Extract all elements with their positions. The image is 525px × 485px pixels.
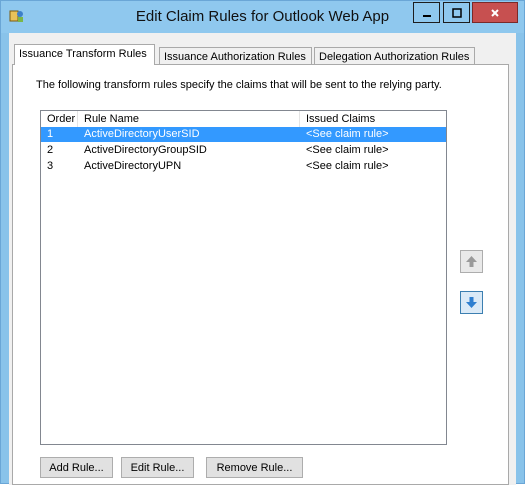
maximize-button[interactable] (443, 2, 470, 23)
table-row[interactable]: 1 ActiveDirectoryUserSID <See claim rule… (41, 127, 446, 142)
dialog-window: Edit Claim Rules for Outlook Web App Iss… (0, 0, 525, 485)
title-bar[interactable]: Edit Claim Rules for Outlook Web App (1, 1, 524, 33)
move-up-button[interactable] (460, 250, 483, 273)
row-issued-claims: <See claim rule> (306, 160, 389, 172)
table-row[interactable]: 3 ActiveDirectoryUPN <See claim rule> (41, 159, 446, 174)
column-header-order[interactable]: Order (41, 111, 78, 127)
rules-list[interactable]: Order Rule Name Issued Claims 1 ActiveDi… (40, 110, 447, 445)
row-rule-name: ActiveDirectoryGroupSID (84, 144, 207, 156)
row-rule-name: ActiveDirectoryUserSID (84, 128, 200, 140)
minimize-button[interactable] (413, 2, 440, 23)
row-order: 2 (47, 144, 54, 156)
row-issued-claims: <See claim rule> (306, 144, 389, 156)
maximize-icon (451, 7, 462, 18)
tab-issuance-authorization-rules[interactable]: Issuance Authorization Rules (159, 47, 312, 65)
close-button[interactable] (472, 2, 518, 23)
edit-rule-button[interactable]: Edit Rule... (121, 457, 194, 478)
move-down-button[interactable] (460, 291, 483, 314)
close-icon (491, 8, 499, 17)
arrow-up-icon (466, 256, 477, 267)
description-text: The following transform rules specify th… (36, 79, 442, 91)
column-header-rule-name[interactable]: Rule Name (78, 111, 300, 127)
dialog-body: Issuance Transform Rules Issuance Author… (9, 33, 516, 485)
add-rule-button[interactable]: Add Rule... (40, 457, 113, 478)
column-header-issued-claims[interactable]: Issued Claims (300, 111, 446, 127)
tab-delegation-authorization-rules[interactable]: Delegation Authorization Rules (314, 47, 475, 65)
row-rule-name: ActiveDirectoryUPN (84, 160, 182, 172)
row-issued-claims: <See claim rule> (306, 128, 389, 140)
arrow-down-icon (466, 297, 477, 308)
remove-rule-button[interactable]: Remove Rule... (206, 457, 303, 478)
row-order: 1 (47, 128, 54, 140)
row-order: 3 (47, 160, 54, 172)
tab-issuance-transform-rules[interactable]: Issuance Transform Rules (14, 44, 155, 65)
table-row[interactable]: 2 ActiveDirectoryGroupSID <See claim rul… (41, 143, 446, 158)
minimize-icon (422, 14, 431, 17)
